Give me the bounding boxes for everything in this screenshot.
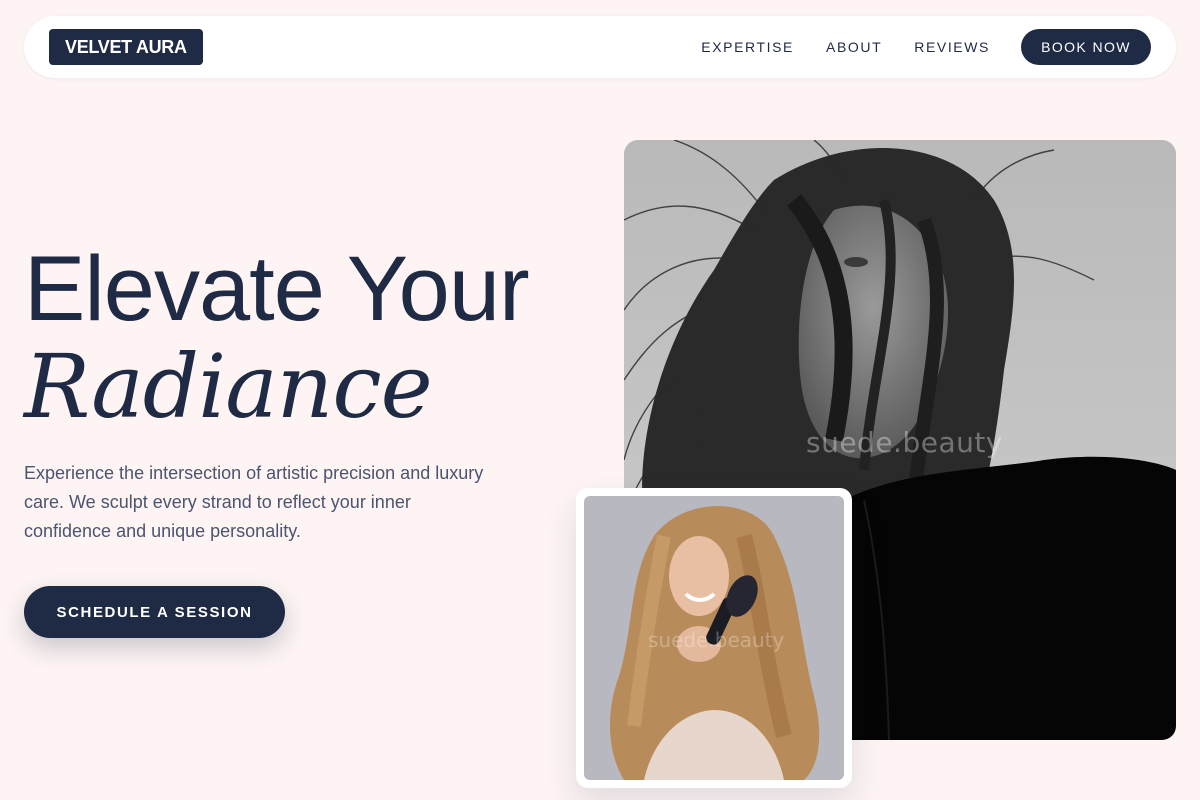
hero-title-line2: Radiance bbox=[24, 335, 433, 438]
navbar: VELVET AURA EXPERTISE ABOUT REVIEWS BOOK… bbox=[24, 16, 1176, 78]
secondary-photo-watermark: suede.beauty bbox=[648, 628, 785, 652]
schedule-session-button[interactable]: SCHEDULE A SESSION bbox=[24, 586, 285, 638]
main-photo-watermark: suede.beauty bbox=[806, 426, 1003, 459]
hero-title-line1: Elevate Your bbox=[24, 238, 530, 340]
nav-link-about[interactable]: ABOUT bbox=[826, 39, 882, 55]
nav-link-reviews[interactable]: REVIEWS bbox=[914, 39, 990, 55]
nav-links: EXPERTISE ABOUT REVIEWS bbox=[701, 16, 990, 78]
book-now-button[interactable]: BOOK NOW bbox=[1021, 29, 1151, 65]
brand-logo[interactable]: VELVET AURA bbox=[49, 29, 203, 65]
secondary-photo: suede.beauty bbox=[584, 496, 844, 780]
hero-title: Elevate Your Radiance bbox=[24, 240, 604, 436]
nav-link-expertise[interactable]: EXPERTISE bbox=[701, 39, 794, 55]
hero-description: Experience the intersection of artistic … bbox=[24, 463, 484, 541]
secondary-photo-card: suede.beauty bbox=[576, 488, 852, 788]
